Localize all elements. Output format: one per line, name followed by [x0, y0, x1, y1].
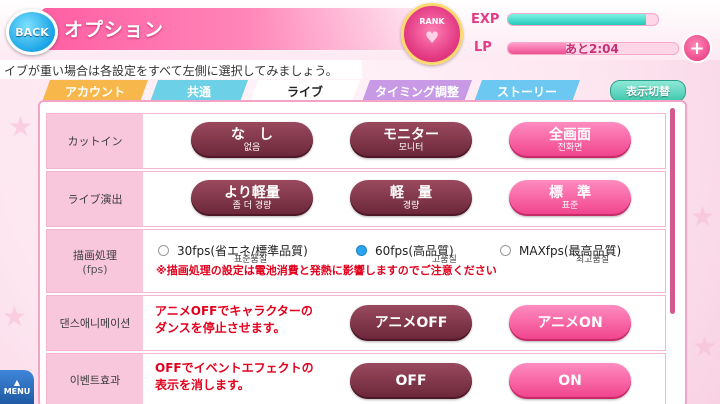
- button-sublabel: 없음: [243, 142, 261, 153]
- row-label-text: 描画処理: [73, 248, 117, 262]
- lp-recovery-time: あと2:04: [565, 42, 619, 56]
- info-text: イブが重い場合は各設定をすべて左側に選択してみましょう。: [4, 64, 338, 78]
- tab-bar: アカウント 共通 ライブ タイミング調整 ストーリー: [42, 80, 582, 102]
- event-effect-description: OFFでイベントエフェクトの 表示を消します。: [155, 360, 314, 394]
- panel-scrollbar[interactable]: [670, 108, 675, 314]
- row-label-text: ライブ演出: [67, 193, 123, 206]
- star-decoration-icon: ★: [690, 200, 716, 233]
- button-label: 全画面: [549, 126, 591, 143]
- tab-live[interactable]: ライブ: [250, 80, 360, 102]
- button-sublabel: 전화면: [557, 142, 583, 153]
- effect-standard-button[interactable]: 標 準 표준: [509, 180, 631, 216]
- star-decoration-icon: ★: [2, 300, 28, 333]
- radio-dot-selected: [356, 245, 367, 256]
- button-label: アニメON: [537, 315, 603, 331]
- cutin-fullscreen-button[interactable]: 全画面 전화면: [509, 122, 631, 158]
- back-button[interactable]: BACK: [6, 9, 58, 55]
- button-label: ON: [558, 373, 582, 389]
- row-fps: 描画処理 (fps): [46, 229, 666, 293]
- button-label: モニター: [383, 126, 439, 143]
- fps-warning-note: ※描画処理の設定は電池消費と発熱に影響しますのでご注意ください: [156, 264, 497, 277]
- row-label-text: 댄스애니메이션: [59, 317, 131, 330]
- button-sublabel: 경량: [402, 200, 420, 211]
- rank-badge[interactable]: RANK ♥: [401, 3, 463, 65]
- radio-dot: [158, 245, 169, 256]
- effect-lighter-button[interactable]: より軽量 좀 더 경량: [191, 180, 313, 216]
- dance-description: アニメOFFでキャラクターの ダンスを停止させます。: [155, 303, 313, 337]
- radio-sublabel: 최고품질: [576, 255, 610, 265]
- button-label: 標 準: [549, 184, 591, 201]
- lp-recover-button[interactable]: +: [682, 33, 712, 63]
- row-label-text: 이벤트효과: [69, 373, 121, 387]
- lp-bar-fill: [508, 43, 566, 54]
- cutin-monitor-button[interactable]: モニター 모니터: [350, 122, 472, 158]
- button-sublabel: 표준: [561, 200, 579, 211]
- exp-bar-fill: [508, 14, 646, 25]
- description-line: OFFでイベントエフェクトの: [155, 361, 314, 375]
- page-title: オプション: [64, 19, 165, 41]
- row-cutin: カットイン な し 없음 モニター 모니터 全画面 전화면: [46, 113, 666, 169]
- description-line: 表示を消します。: [155, 378, 250, 392]
- button-sublabel: 모니터: [398, 142, 424, 153]
- row-live-effect: ライブ演出 より軽量 좀 더 경량 軽 量 경량 標 準 표준: [46, 171, 666, 227]
- row-event-effect: 이벤트효과 OFF ON: [46, 353, 666, 404]
- header-bar: BACK オプション RANK ♥ EXP LP あと2:04 +: [0, 0, 720, 65]
- heart-icon: ♥: [424, 28, 440, 47]
- row-label-event-effect: 이벤트효과: [47, 354, 143, 404]
- fps-60-radio[interactable]: 60fps(高品質) 고품질: [356, 242, 457, 265]
- tab-story[interactable]: ストーリー: [474, 80, 580, 102]
- row-label-subtext: (fps): [82, 262, 108, 276]
- cutin-none-button[interactable]: な し 없음: [191, 122, 313, 158]
- row-label-dance: 댄스애니메이션: [47, 296, 143, 350]
- description-line: アニメOFFでキャラクターの: [155, 304, 313, 318]
- anime-on-button[interactable]: アニメON: [509, 305, 631, 341]
- tab-account[interactable]: アカウント: [42, 80, 148, 102]
- row-label-text: カットイン: [67, 135, 123, 148]
- exp-bar: [507, 13, 659, 26]
- button-label: OFF: [395, 373, 427, 389]
- options-screen: ★ ★ ★ ★ BACK オプション RANK ♥ EXP LP あと2:04 …: [0, 0, 720, 404]
- rank-label: RANK: [419, 17, 445, 26]
- event-effect-on-button[interactable]: ON: [509, 363, 631, 399]
- row-label-fps: 描画処理 (fps): [47, 230, 143, 292]
- description-line: ダンスを停止させます。: [155, 321, 286, 335]
- menu-label: MENU: [3, 387, 31, 396]
- tab-timing[interactable]: タイミング調整: [362, 80, 472, 102]
- lp-label: LP: [474, 40, 492, 55]
- display-toggle-button[interactable]: 表示切替: [610, 80, 686, 102]
- anime-off-button[interactable]: アニメOFF: [350, 305, 472, 341]
- button-label: 軽 量: [390, 184, 432, 201]
- fps-max-radio[interactable]: MAXfps(最高品質) 최고품질: [500, 242, 621, 265]
- row-label-live-effect: ライブ演出: [47, 172, 143, 226]
- button-label: な し: [231, 126, 273, 143]
- button-sublabel: 좀 더 경량: [232, 200, 272, 211]
- button-label: アニメOFF: [374, 315, 448, 331]
- star-decoration-icon: ★: [8, 110, 34, 143]
- menu-icon: ▲: [13, 378, 21, 387]
- row-dance: 댄스애니메이션 アニメOFF アニメON: [46, 295, 666, 351]
- fps-30-radio[interactable]: 30fps(省エネ/標準品質) 표준품질: [158, 242, 308, 265]
- radio-dot: [500, 245, 511, 256]
- row-label-cutin: カットイン: [47, 114, 143, 168]
- menu-button[interactable]: ▲ MENU: [0, 370, 34, 404]
- info-strip: イブが重い場合は各設定をすべて左側に選択してみましょう。: [0, 60, 362, 79]
- star-decoration-icon: ★: [692, 330, 718, 363]
- button-label: より軽量: [224, 184, 280, 201]
- exp-label: EXP: [471, 12, 500, 27]
- tab-common[interactable]: 共通: [150, 80, 248, 102]
- event-effect-off-button[interactable]: OFF: [350, 363, 472, 399]
- effect-light-button[interactable]: 軽 量 경량: [350, 180, 472, 216]
